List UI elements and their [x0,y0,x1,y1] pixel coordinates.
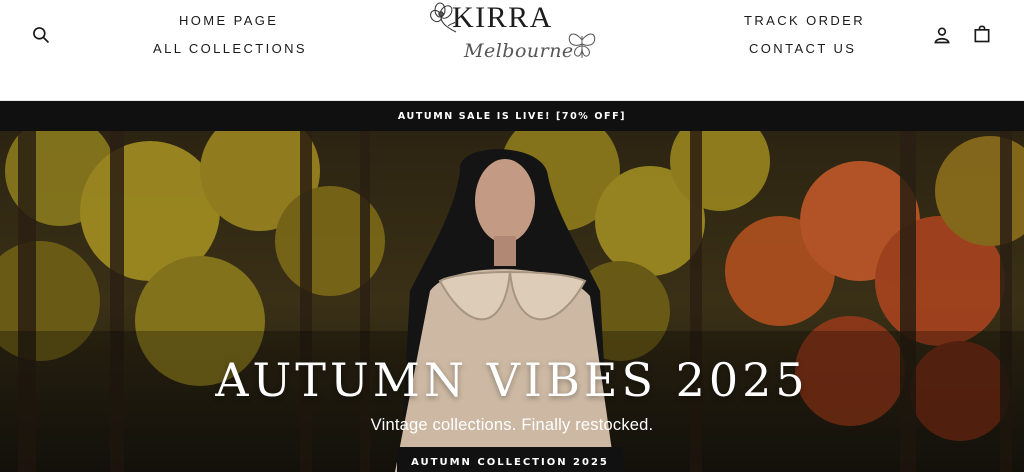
site-header: HOME PAGE ALL COLLECTIONS KIRRA Melbourn… [0,0,1024,101]
hero-cta-label: AUTUMN COLLECTION 2025 [411,456,609,468]
hero-title: AUTUMN VIBES 2025 [215,353,809,407]
nav-contact-us[interactable]: CONTACT US [749,41,856,56]
brand-logo[interactable]: KIRRA Melbourne [422,0,602,72]
autumn-collection-button[interactable]: AUTUMN COLLECTION 2025 [397,447,623,472]
user-icon[interactable] [930,23,954,47]
nav-track-order[interactable]: TRACK ORDER [744,13,865,28]
search-icon[interactable] [29,23,53,47]
logo-wordmark: KIRRA [452,1,553,34]
announcement-text: AUTUMN SALE IS LIVE! [70% OFF] [397,110,627,122]
announcement-bar[interactable]: AUTUMN SALE IS LIVE! [70% OFF] [0,101,1024,131]
logo-location: Melbourne [464,40,574,62]
nav-home-page[interactable]: HOME PAGE [179,13,278,28]
hero-subtitle: Vintage collections. Finally restocked. [370,416,654,434]
nav-all-collections[interactable]: ALL COLLECTIONS [153,41,307,56]
butterfly-icon [568,33,596,58]
bag-icon[interactable] [970,22,994,46]
hero-banner: AUTUMN VIBES 2025 Vintage collections. F… [0,131,1024,472]
